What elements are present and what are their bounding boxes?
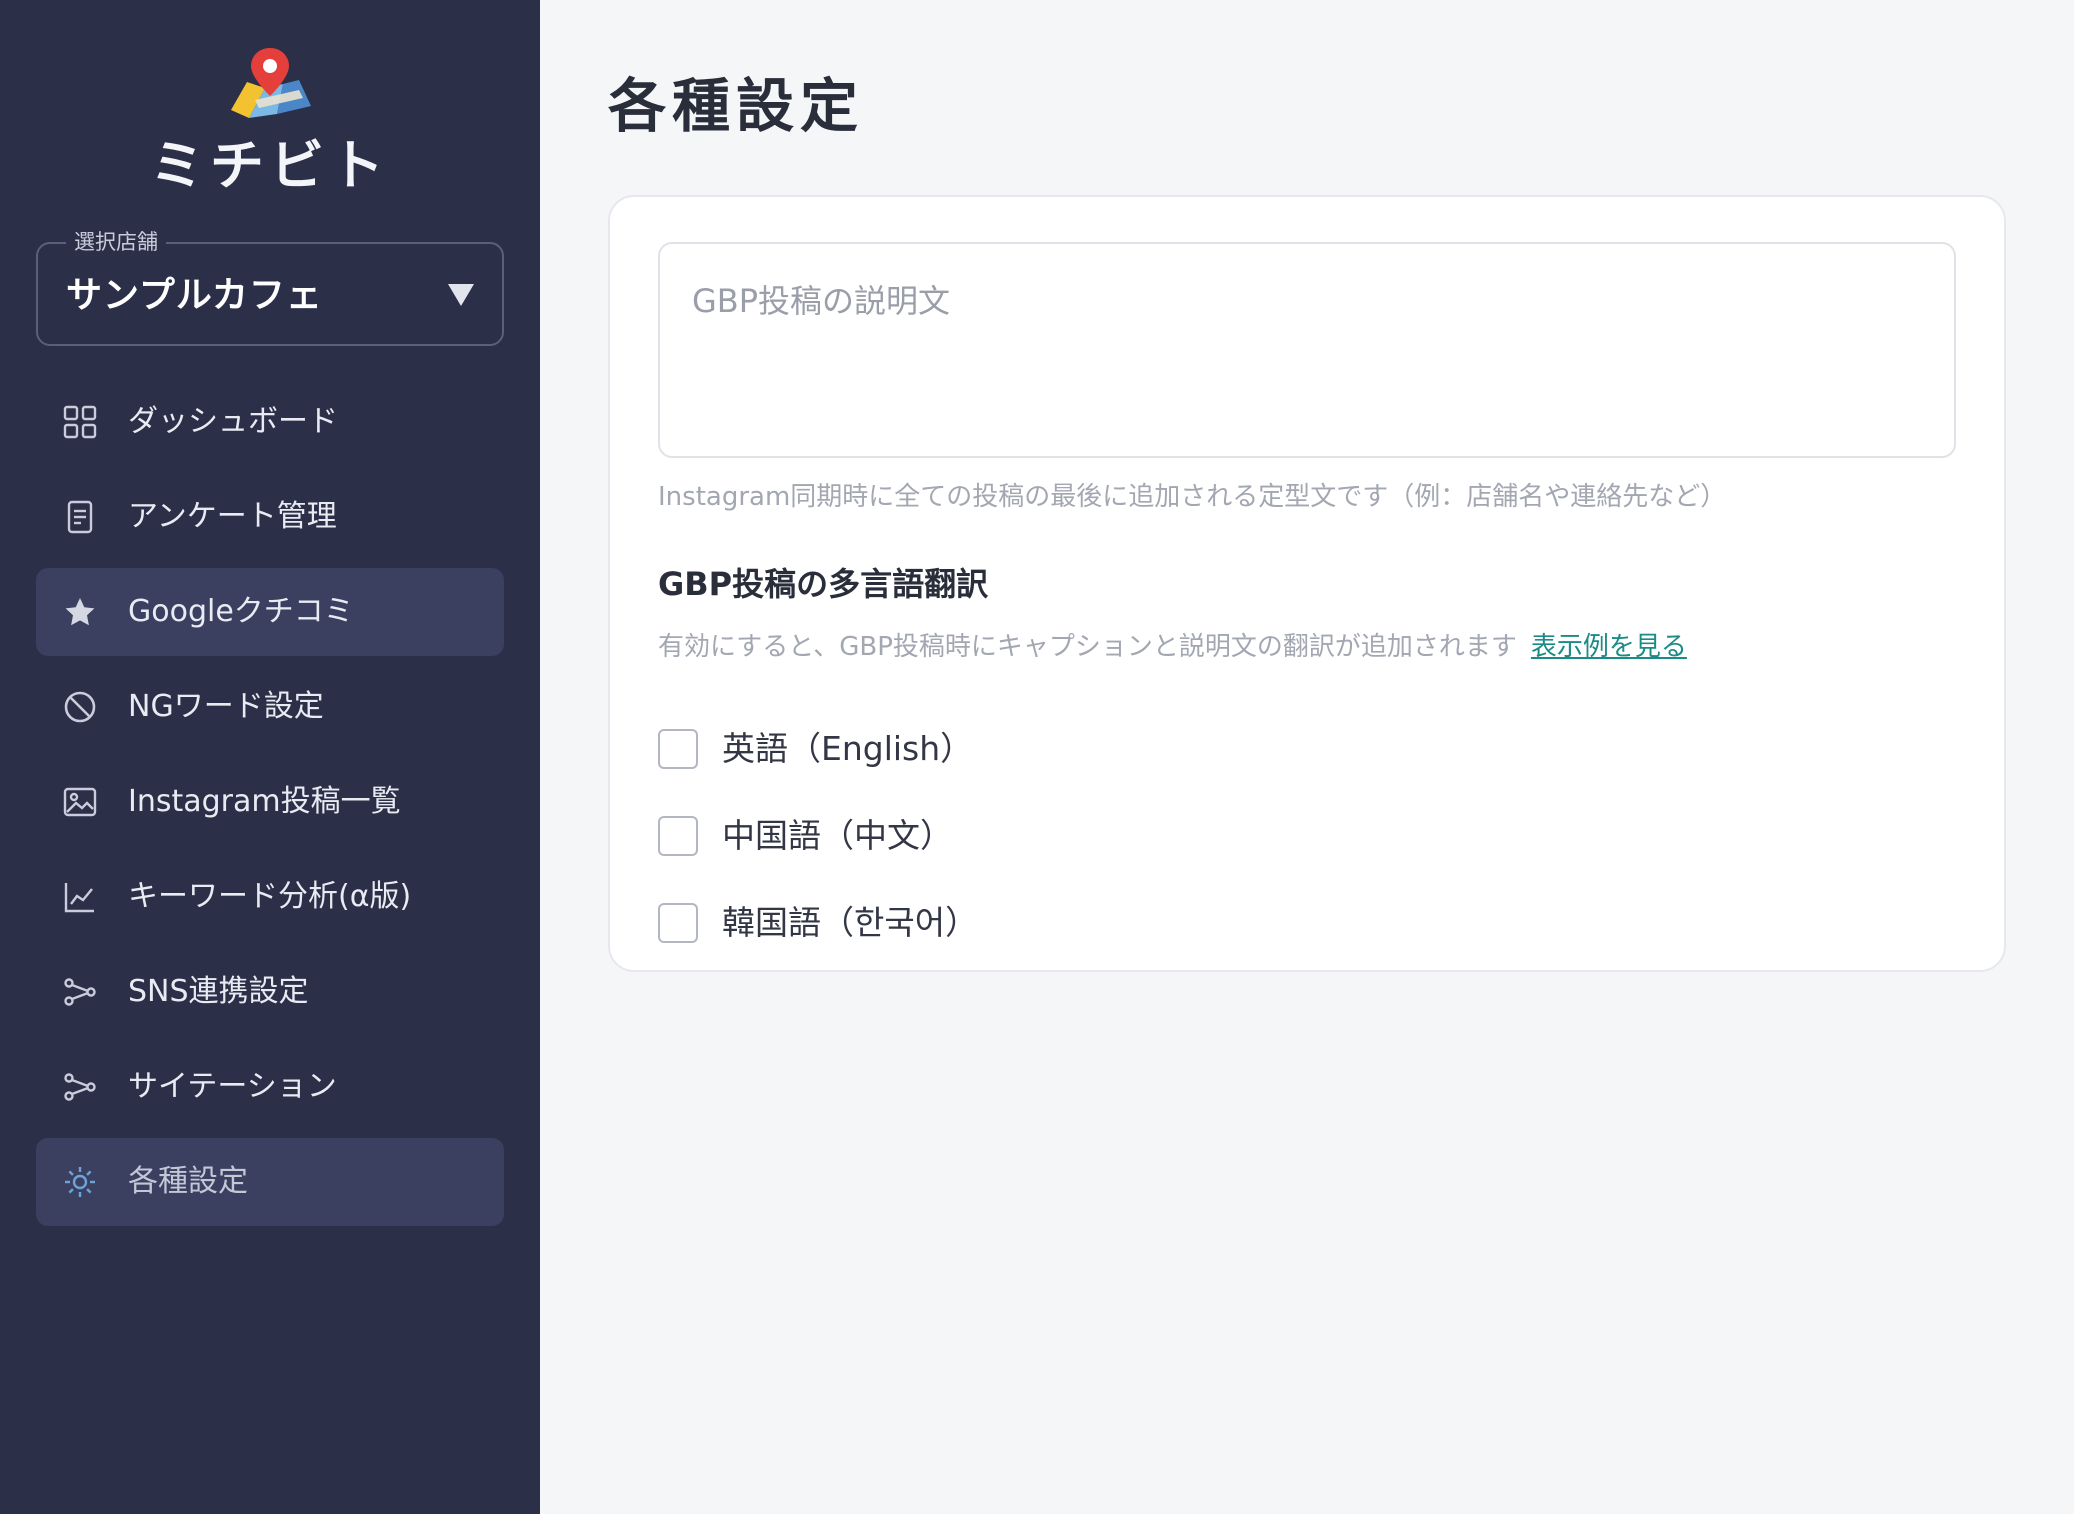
map-pin-icon: [231, 48, 311, 118]
language-option-english[interactable]: 英語（English）: [658, 705, 978, 792]
korean-checkbox[interactable]: [658, 902, 698, 943]
sidebar: ミチビト 選択店舗 サンプルカフェ ダッシュボード アンケート管理 Google…: [0, 0, 540, 1514]
sidebar-item-label: キーワード分析(α版): [128, 879, 412, 914]
gear-icon: [62, 1164, 98, 1200]
sidebar-nav: ダッシュボード アンケート管理 Googleクチコミ NGワード設定 Insta…: [36, 378, 504, 1233]
star-icon: [62, 594, 98, 630]
prohibited-icon: [62, 689, 98, 725]
sidebar-item-survey[interactable]: アンケート管理: [36, 473, 504, 561]
sidebar-item-label: アンケート管理: [128, 499, 337, 534]
sidebar-item-google-reviews[interactable]: Googleクチコミ: [36, 568, 504, 656]
main-content: 各種設定 Instagram同期時に全ての投稿の最後に追加される定型文です（例：…: [540, 0, 2074, 1514]
sidebar-item-sns-settings[interactable]: SNS連携設定: [36, 948, 504, 1036]
sidebar-item-settings[interactable]: 各種設定: [36, 1138, 504, 1226]
app-root: ミチビト 選択店舗 サンプルカフェ ダッシュボード アンケート管理 Google…: [0, 0, 2074, 1514]
store-select-legend: 選択店舗: [66, 228, 166, 256]
sidebar-item-label: SNS連携設定: [128, 974, 309, 1009]
language-label: 韓国語（한국어）: [722, 902, 979, 942]
language-option-korean[interactable]: 韓国語（한국어）: [658, 879, 978, 966]
sidebar-item-label: サイテーション: [128, 1069, 337, 1104]
sidebar-item-label: 各種設定: [128, 1164, 248, 1199]
logo: ミチビト: [0, 44, 540, 198]
grid-icon: [62, 404, 98, 440]
sidebar-item-label: Googleクチコミ: [128, 594, 354, 629]
sidebar-item-instagram-posts[interactable]: Instagram投稿一覧: [36, 758, 504, 846]
translation-section-desc: 有効にすると、GBP投稿時にキャプションと説明文の翻訳が追加されます 表示例を見る: [658, 629, 1687, 665]
store-select[interactable]: 選択店舗 サンプルカフェ: [36, 228, 504, 346]
caret-down-icon: [448, 284, 474, 306]
page-title: 各種設定: [608, 72, 865, 140]
store-select-value: サンプルカフェ: [66, 275, 323, 316]
line-chart-icon: [62, 879, 98, 915]
language-checkbox-list: 英語（English） 中国語（中文） 韓国語（한국어）: [658, 705, 978, 966]
sidebar-item-label: ダッシュボード: [128, 404, 338, 439]
language-label: 英語（English）: [722, 728, 974, 768]
sidebar-item-label: NGワード設定: [128, 689, 324, 724]
sidebar-item-label: Instagram投稿一覧: [128, 784, 401, 819]
share-icon: [62, 1069, 98, 1105]
gbp-description-input[interactable]: [658, 242, 1956, 458]
document-icon: [62, 499, 98, 535]
chinese-checkbox[interactable]: [658, 815, 698, 856]
sidebar-item-citation[interactable]: サイテーション: [36, 1043, 504, 1131]
sidebar-item-ng-words[interactable]: NGワード設定: [36, 663, 504, 751]
share-icon: [62, 974, 98, 1010]
language-option-chinese[interactable]: 中国語（中文）: [658, 792, 978, 879]
translation-desc-text: 有効にすると、GBP投稿時にキャプションと説明文の翻訳が追加されます: [658, 632, 1517, 662]
translation-section-title: GBP投稿の多言語翻訳: [658, 565, 989, 603]
description-helper-text: Instagram同期時に全ての投稿の最後に追加される定型文です（例：店舗名や連…: [658, 482, 1727, 512]
language-label: 中国語（中文）: [722, 815, 953, 855]
view-example-link[interactable]: 表示例を見る: [1531, 632, 1687, 662]
english-checkbox[interactable]: [658, 728, 698, 769]
settings-card: Instagram同期時に全ての投稿の最後に追加される定型文です（例：店舗名や連…: [608, 195, 2006, 972]
sidebar-item-keyword-analysis[interactable]: キーワード分析(α版): [36, 853, 504, 941]
image-icon: [62, 784, 98, 820]
app-name: ミチビト: [150, 134, 390, 197]
sidebar-item-dashboard[interactable]: ダッシュボード: [36, 378, 504, 466]
